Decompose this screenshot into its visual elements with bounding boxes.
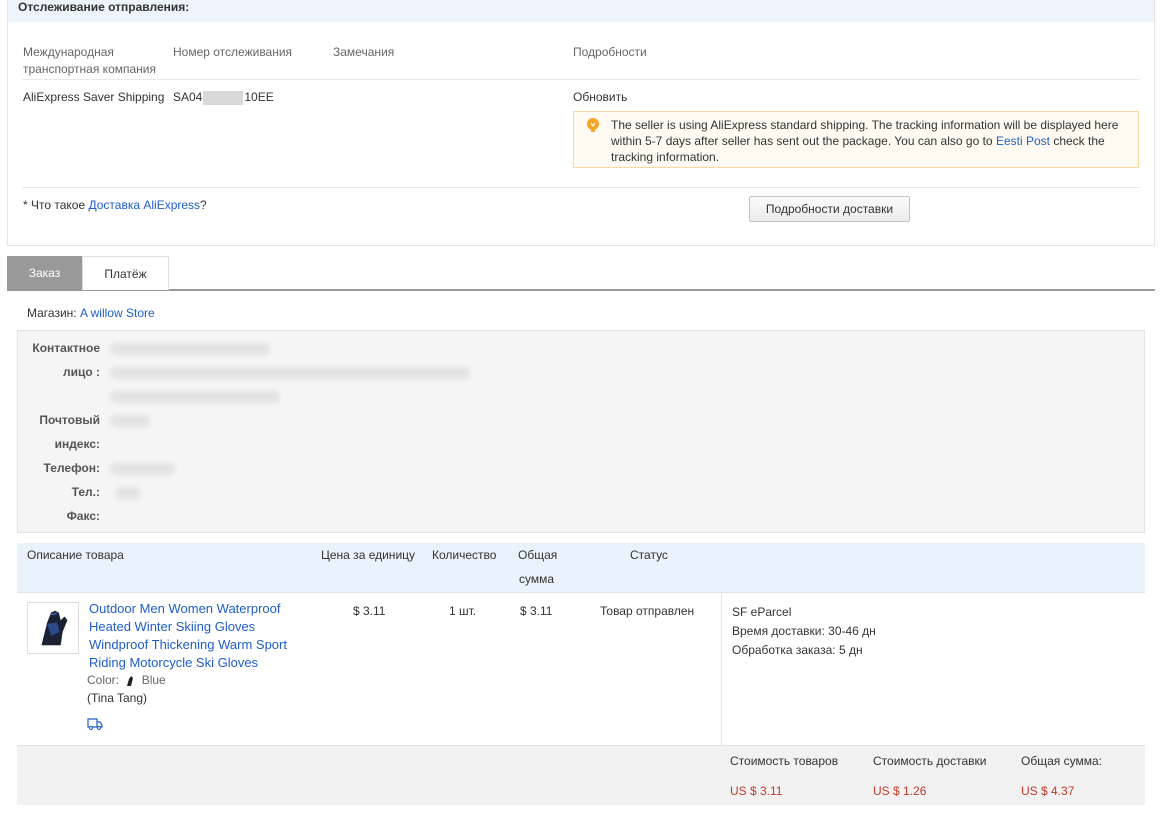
th-quantity: Количество (432, 548, 497, 562)
product-color: Color: Blue (87, 672, 166, 688)
redacted-address (110, 367, 470, 379)
tel-label: Тел.: (71, 485, 100, 499)
truck-icon[interactable] (87, 717, 103, 730)
table-row: Outdoor Men Women Waterproof Heated Wint… (17, 592, 1145, 746)
tracking-notice: The seller is using AliExpress standard … (573, 111, 1139, 168)
redacted-phone (110, 463, 175, 475)
col-header-tracking-number: Номер отслеживания (173, 45, 293, 59)
shipping-company: AliExpress Saver Shipping (23, 90, 165, 104)
color-swatch-icon (127, 675, 134, 686)
fax-label: Факс: (66, 509, 100, 523)
th-status: Статус (630, 548, 668, 562)
divider (22, 187, 1140, 188)
tracking-number-suffix: 10EE (244, 90, 274, 104)
th-description: Описание товара (27, 548, 124, 562)
store-label: Магазин: (27, 306, 77, 320)
line-total: $ 3.11 (520, 604, 553, 618)
shipping-info: SF eParcel Время доставки: 30-46 дн Обра… (732, 603, 876, 660)
product-thumbnail[interactable] (27, 602, 79, 654)
phone-label: Телефон: (43, 461, 100, 475)
column-divider (721, 593, 722, 746)
tracking-title: Отслеживание отправления: (18, 0, 190, 14)
unit-price: $ 3.11 (353, 604, 386, 618)
order-status: Товар отправлен (600, 604, 695, 618)
col-header-remarks: Замечания (333, 45, 395, 59)
total-cost-label: Общая сумма: (1021, 754, 1102, 768)
tab-payment[interactable]: Платёж (82, 256, 169, 290)
contact-label: Контактное (32, 341, 100, 355)
th-unit-price: Цена за единицу (321, 548, 416, 562)
lightbulb-icon (587, 118, 599, 132)
tracking-number: SA04 10EE (173, 90, 274, 105)
shipping-cost-label: Стоимость доставки (873, 754, 987, 768)
store-link[interactable]: A willow Store (80, 306, 155, 320)
glove-icon (41, 610, 68, 646)
tracking-number-prefix: SA04 (173, 90, 203, 104)
product-table-header: Описание товара Цена за единицу Количест… (17, 543, 1145, 592)
shipping-details-button[interactable]: Подробности доставки (749, 196, 910, 222)
shipping-method: SF eParcel (732, 605, 792, 619)
seller-name: (Tina Tang) (87, 691, 148, 705)
shipping-cost-value: US $ 1.26 (873, 784, 927, 798)
quantity: 1 шт. (449, 604, 477, 618)
total-cost-value: US $ 4.37 (1021, 784, 1075, 798)
tab-order[interactable]: Заказ (7, 256, 82, 290)
processing-time-label: Обработка заказа: (732, 643, 836, 657)
delivery-time: Время доставки: 30-46 дн (732, 622, 876, 641)
redacted-block (203, 90, 244, 105)
tracking-header: Отслеживание отправления: (8, 0, 1154, 22)
col-header-details: Подробности (573, 45, 647, 59)
product-title-link[interactable]: Outdoor Men Women Waterproof Heated Wint… (89, 600, 304, 672)
aliexpress-shipping-link[interactable]: Доставка AliExpress (88, 198, 200, 212)
processing-time: Обработка заказа: 5 дн (732, 641, 876, 660)
contact-info: Контактное лицо : Почтовый индекс: Телеф… (17, 330, 1145, 533)
contact-label-cont: лицо : (62, 365, 100, 379)
redacted-name (110, 343, 270, 355)
order-totals: Стоимость товаров US $ 3.11 Стоимость до… (17, 745, 1145, 805)
delivery-time-label: Время доставки: (732, 624, 825, 638)
redacted-tel (116, 487, 140, 499)
goods-cost-label: Стоимость товаров (730, 754, 839, 768)
processing-time-value: 5 дн (838, 643, 863, 657)
color-label: Color: (87, 673, 120, 687)
what-is-suffix: ? (200, 198, 207, 212)
what-is-shipping: * Что такое Доставка AliExpress? (23, 198, 207, 212)
col-header-company: Международная транспортная компания (23, 45, 156, 76)
th-total-cont: сумма (519, 572, 555, 586)
goods-cost-value: US $ 3.11 (730, 784, 783, 798)
store-line: Магазин: A willow Store (27, 306, 155, 320)
zip-label: Почтовый (39, 413, 100, 427)
what-is-prefix: * Что такое (23, 198, 86, 212)
zip-label-cont: индекс: (54, 437, 100, 451)
divider (22, 79, 1140, 80)
eesti-post-link[interactable]: Eesti Post (996, 134, 1050, 148)
redacted-zip (110, 415, 150, 427)
redacted-address (110, 391, 280, 403)
refresh-link[interactable]: Обновить (573, 90, 627, 104)
order-tabs: Заказ Платёж (7, 256, 1155, 291)
th-total: Общая (518, 548, 558, 562)
delivery-time-value: 30-46 дн (828, 624, 876, 638)
color-value: Blue (141, 673, 166, 687)
tracking-panel: Отслеживание отправления: Международная … (7, 0, 1155, 246)
